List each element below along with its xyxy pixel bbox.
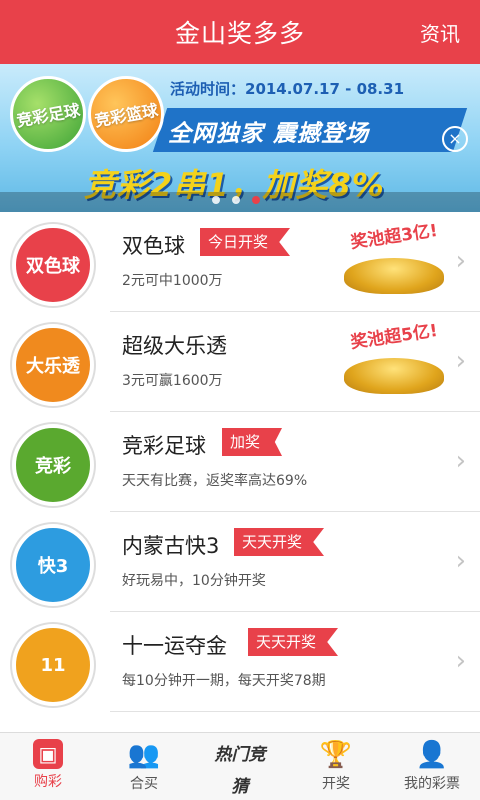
app-root: 金山奖多多 资讯 竞彩足球 竞彩篮球 活动时间：2014.07.17 - 08.… (0, 0, 480, 800)
lottery-list: 双色球 双色球 今日开奖 2元可中1000万 奖池超3亿! › 大乐透 超级大乐… (0, 212, 480, 732)
lottery-tag: 今日开奖 (200, 228, 291, 256)
banner-slogan: 全网独家 震撼登场 (168, 121, 370, 147)
gold-coins-icon (344, 258, 444, 294)
k3-logo: 快3 (12, 524, 94, 606)
football-ball-logo: 竞彩足球 (10, 76, 86, 152)
tab-label: 购彩 (34, 774, 62, 790)
top-header: 金山奖多多 资讯 (0, 0, 480, 64)
logo-text: 快3 (37, 556, 69, 577)
tab-label: 合买 (130, 776, 158, 792)
lottery-desc: 2元可中1000万 (122, 273, 223, 289)
banner-period: 活动时间：2014.07.17 - 08.31 (170, 80, 405, 98)
lottery-name: 内蒙古快3 (122, 534, 220, 558)
lottery-name: 竞彩足球 (122, 434, 206, 458)
logo-text: 双色球 (26, 256, 80, 277)
ssq-logo: 双色球 (12, 224, 94, 306)
ball2-label: 竞彩篮球 (93, 100, 160, 131)
tab-label: 我的彩票 (404, 776, 460, 792)
chevron-right-icon: › (455, 646, 466, 676)
jackpot-text: 奖池超3亿! (349, 220, 439, 253)
jackpot-badge: 奖池超5亿! (340, 321, 450, 400)
lottery-name: 十一运夺金 (122, 634, 227, 658)
banner-dot-active[interactable] (252, 196, 260, 204)
logo-text: 竞彩 (35, 456, 71, 477)
gold-coins-icon (344, 358, 444, 394)
tab-label: 开奖 (322, 776, 350, 792)
tab-buy[interactable]: ▣ 购彩 (0, 733, 96, 800)
user-icon: 👤 (415, 740, 449, 770)
logo-text: 大乐透 (26, 356, 80, 377)
chevron-right-icon: › (455, 446, 466, 476)
lottery-desc: 好玩易中，10分钟开奖 (122, 573, 266, 589)
lottery-tag: 天天开奖 (234, 528, 325, 556)
shopping-bag-icon: ▣ (33, 739, 63, 769)
jczq-logo: 竞彩 (12, 424, 94, 506)
chevron-right-icon: › (455, 546, 466, 576)
ball1-label: 竞彩足球 (15, 100, 82, 131)
dlt-logo: 大乐透 (12, 324, 94, 406)
banner-dot[interactable] (212, 196, 220, 204)
lottery-name: 超级大乐透 (122, 334, 227, 358)
divider (110, 711, 480, 712)
tab-group-buy[interactable]: 👥 合买 (96, 733, 192, 800)
lottery-tag: 天天开奖 (248, 628, 339, 656)
lottery-item-k3[interactable]: 快3 内蒙古快3 天天开奖 好玩易中，10分钟开奖 › (0, 512, 480, 612)
bottom-tab-bar: ▣ 购彩 👥 合买 热门竞猜 🏆 开奖 👤 我的彩票 (0, 732, 480, 800)
jackpot-text: 奖池超5亿! (349, 320, 439, 353)
football-icon: 热门竞猜 (214, 745, 266, 797)
chevron-right-icon: › (455, 346, 466, 376)
lottery-desc: 每10分钟开一期，每天开奖78期 (122, 673, 326, 689)
tab-my-tickets[interactable]: 👤 我的彩票 (384, 733, 480, 800)
group-icon: 👥 (127, 740, 161, 770)
tab-draw[interactable]: 🏆 开奖 (288, 733, 384, 800)
app-title: 金山奖多多 (174, 19, 305, 48)
trophy-icon: 🏆 (319, 740, 353, 770)
lottery-desc: 天天有比赛，返奖率高达69% (122, 473, 308, 489)
lottery-tag: 加奖 (222, 428, 283, 456)
banner-close-icon[interactable]: × (442, 126, 468, 152)
banner-dot[interactable] (232, 196, 240, 204)
lottery-item-dlt[interactable]: 大乐透 超级大乐透 3元可赢1600万 奖池超5亿! › (0, 312, 480, 412)
tab-hot-quiz[interactable]: 热门竞猜 (192, 733, 288, 800)
basketball-ball-logo: 竞彩篮球 (88, 76, 164, 152)
logo-text: 11 (40, 654, 66, 676)
banner-pagination (212, 196, 260, 204)
lottery-item-11x5[interactable]: 11 十一运夺金 天天开奖 每10分钟开一期，每天开奖78期 › (0, 612, 480, 712)
news-button[interactable]: 资讯 (420, 18, 460, 47)
promo-banner[interactable]: 竞彩足球 竞彩篮球 活动时间：2014.07.17 - 08.31 全网独家 震… (0, 64, 480, 212)
lottery-item-jczq[interactable]: 竞彩 竞彩足球 加奖 天天有比赛，返奖率高达69% › (0, 412, 480, 512)
lottery-name: 双色球 (122, 234, 185, 258)
jackpot-badge: 奖池超3亿! (340, 221, 450, 300)
lottery-item-ssq[interactable]: 双色球 双色球 今日开奖 2元可中1000万 奖池超3亿! › (0, 212, 480, 312)
chevron-right-icon: › (455, 246, 466, 276)
lottery-desc: 3元可赢1600万 (122, 373, 223, 389)
11x5-logo: 11 (12, 624, 94, 706)
